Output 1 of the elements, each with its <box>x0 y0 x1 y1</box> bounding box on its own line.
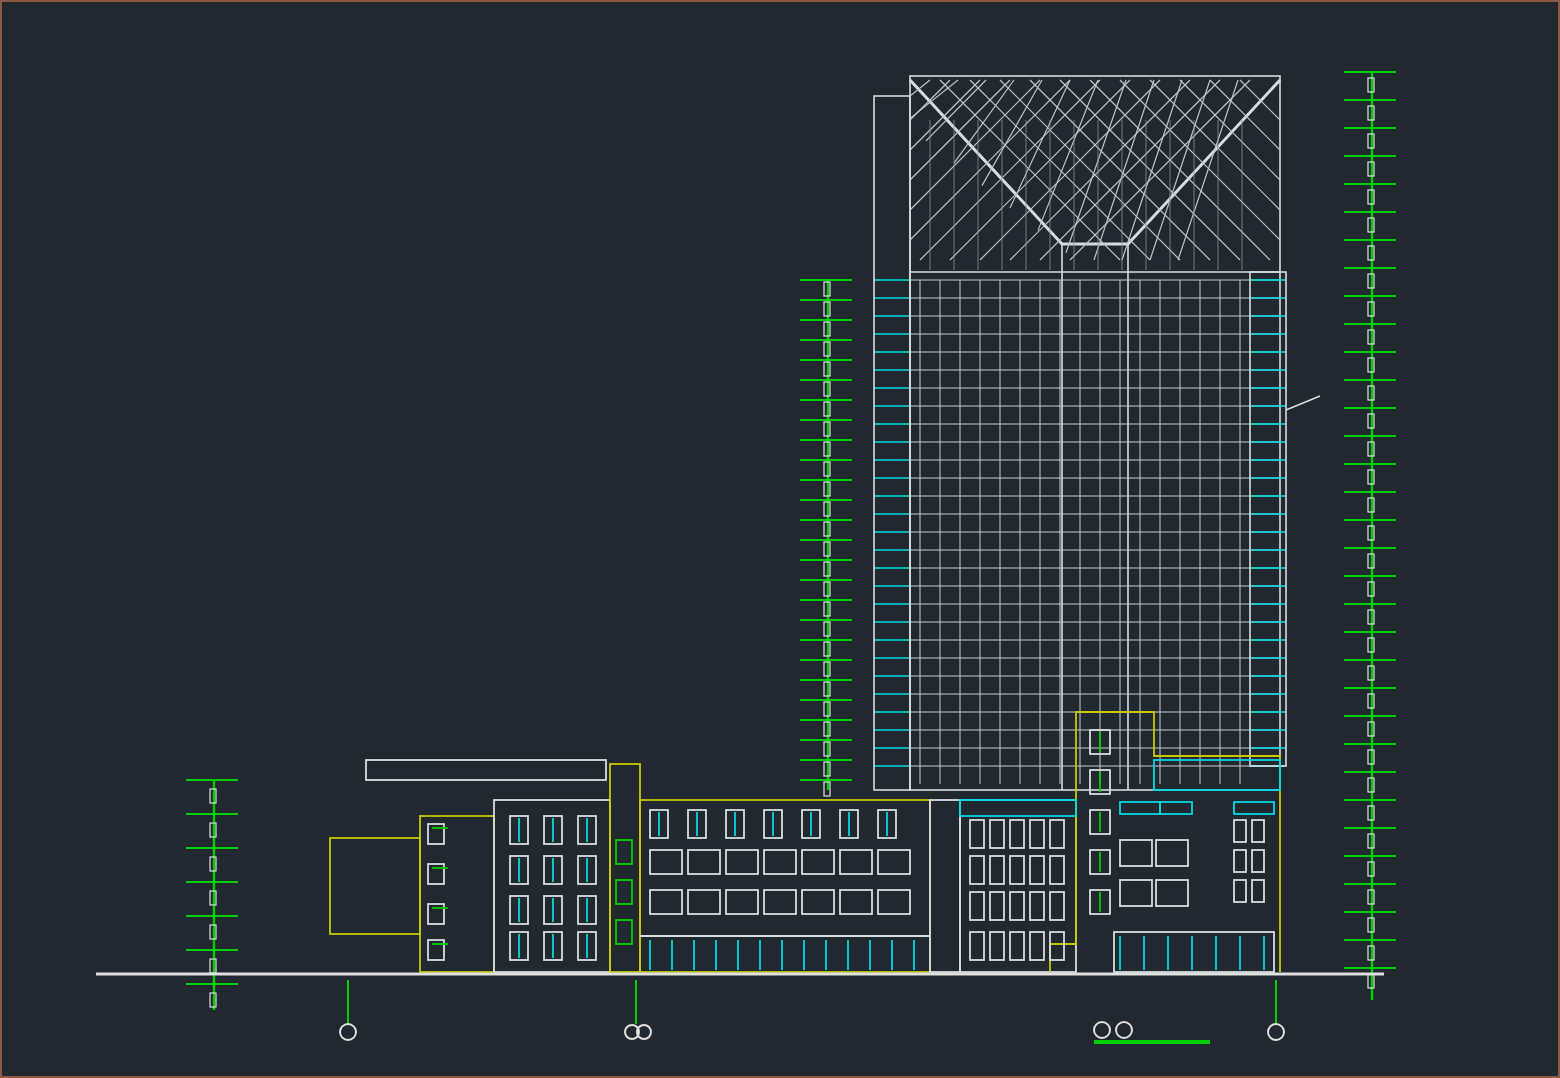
drawing-title-marker <box>1093 1021 1210 1044</box>
